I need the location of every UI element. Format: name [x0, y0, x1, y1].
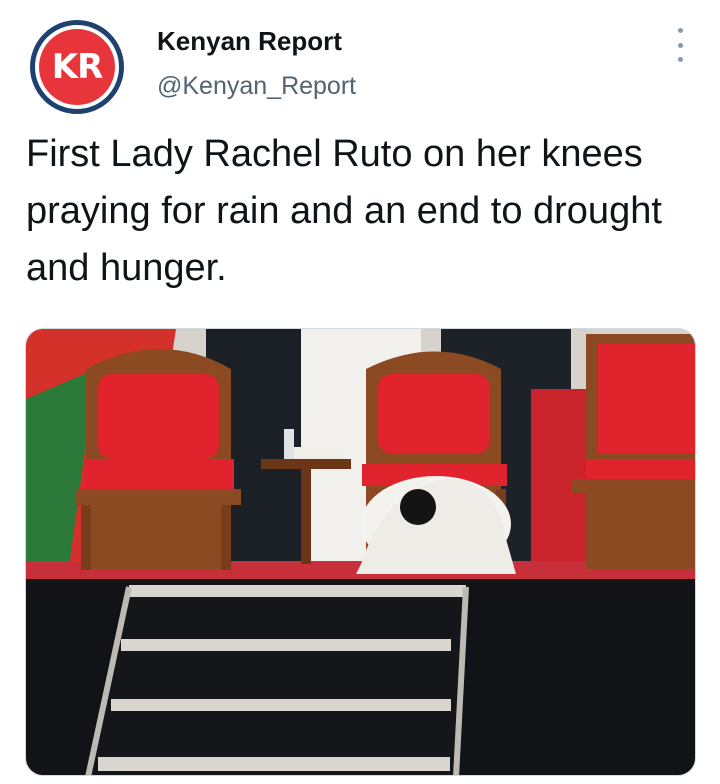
- tweet-header: KR Kenyan Report @Kenyan_Report: [0, 0, 720, 120]
- more-dot-icon: [677, 57, 683, 62]
- display-name[interactable]: Kenyan Report: [157, 26, 342, 57]
- more-dot-icon: [677, 28, 683, 33]
- avatar[interactable]: KR: [30, 20, 124, 114]
- stage-stairs: [85, 585, 469, 775]
- right-chair: [571, 334, 695, 569]
- left-chair: [76, 349, 241, 570]
- photo-illustration: [26, 329, 695, 775]
- tweet-photo[interactable]: [25, 328, 696, 776]
- more-options-icon[interactable]: [668, 28, 692, 62]
- more-dot-icon: [677, 42, 683, 48]
- tweet-text: First Lady Rachel Ruto on her knees pray…: [26, 133, 662, 289]
- avatar-logo-text: KR: [51, 47, 104, 87]
- avatar-logo: KR: [39, 29, 115, 105]
- user-handle[interactable]: @Kenyan_Report: [157, 72, 356, 101]
